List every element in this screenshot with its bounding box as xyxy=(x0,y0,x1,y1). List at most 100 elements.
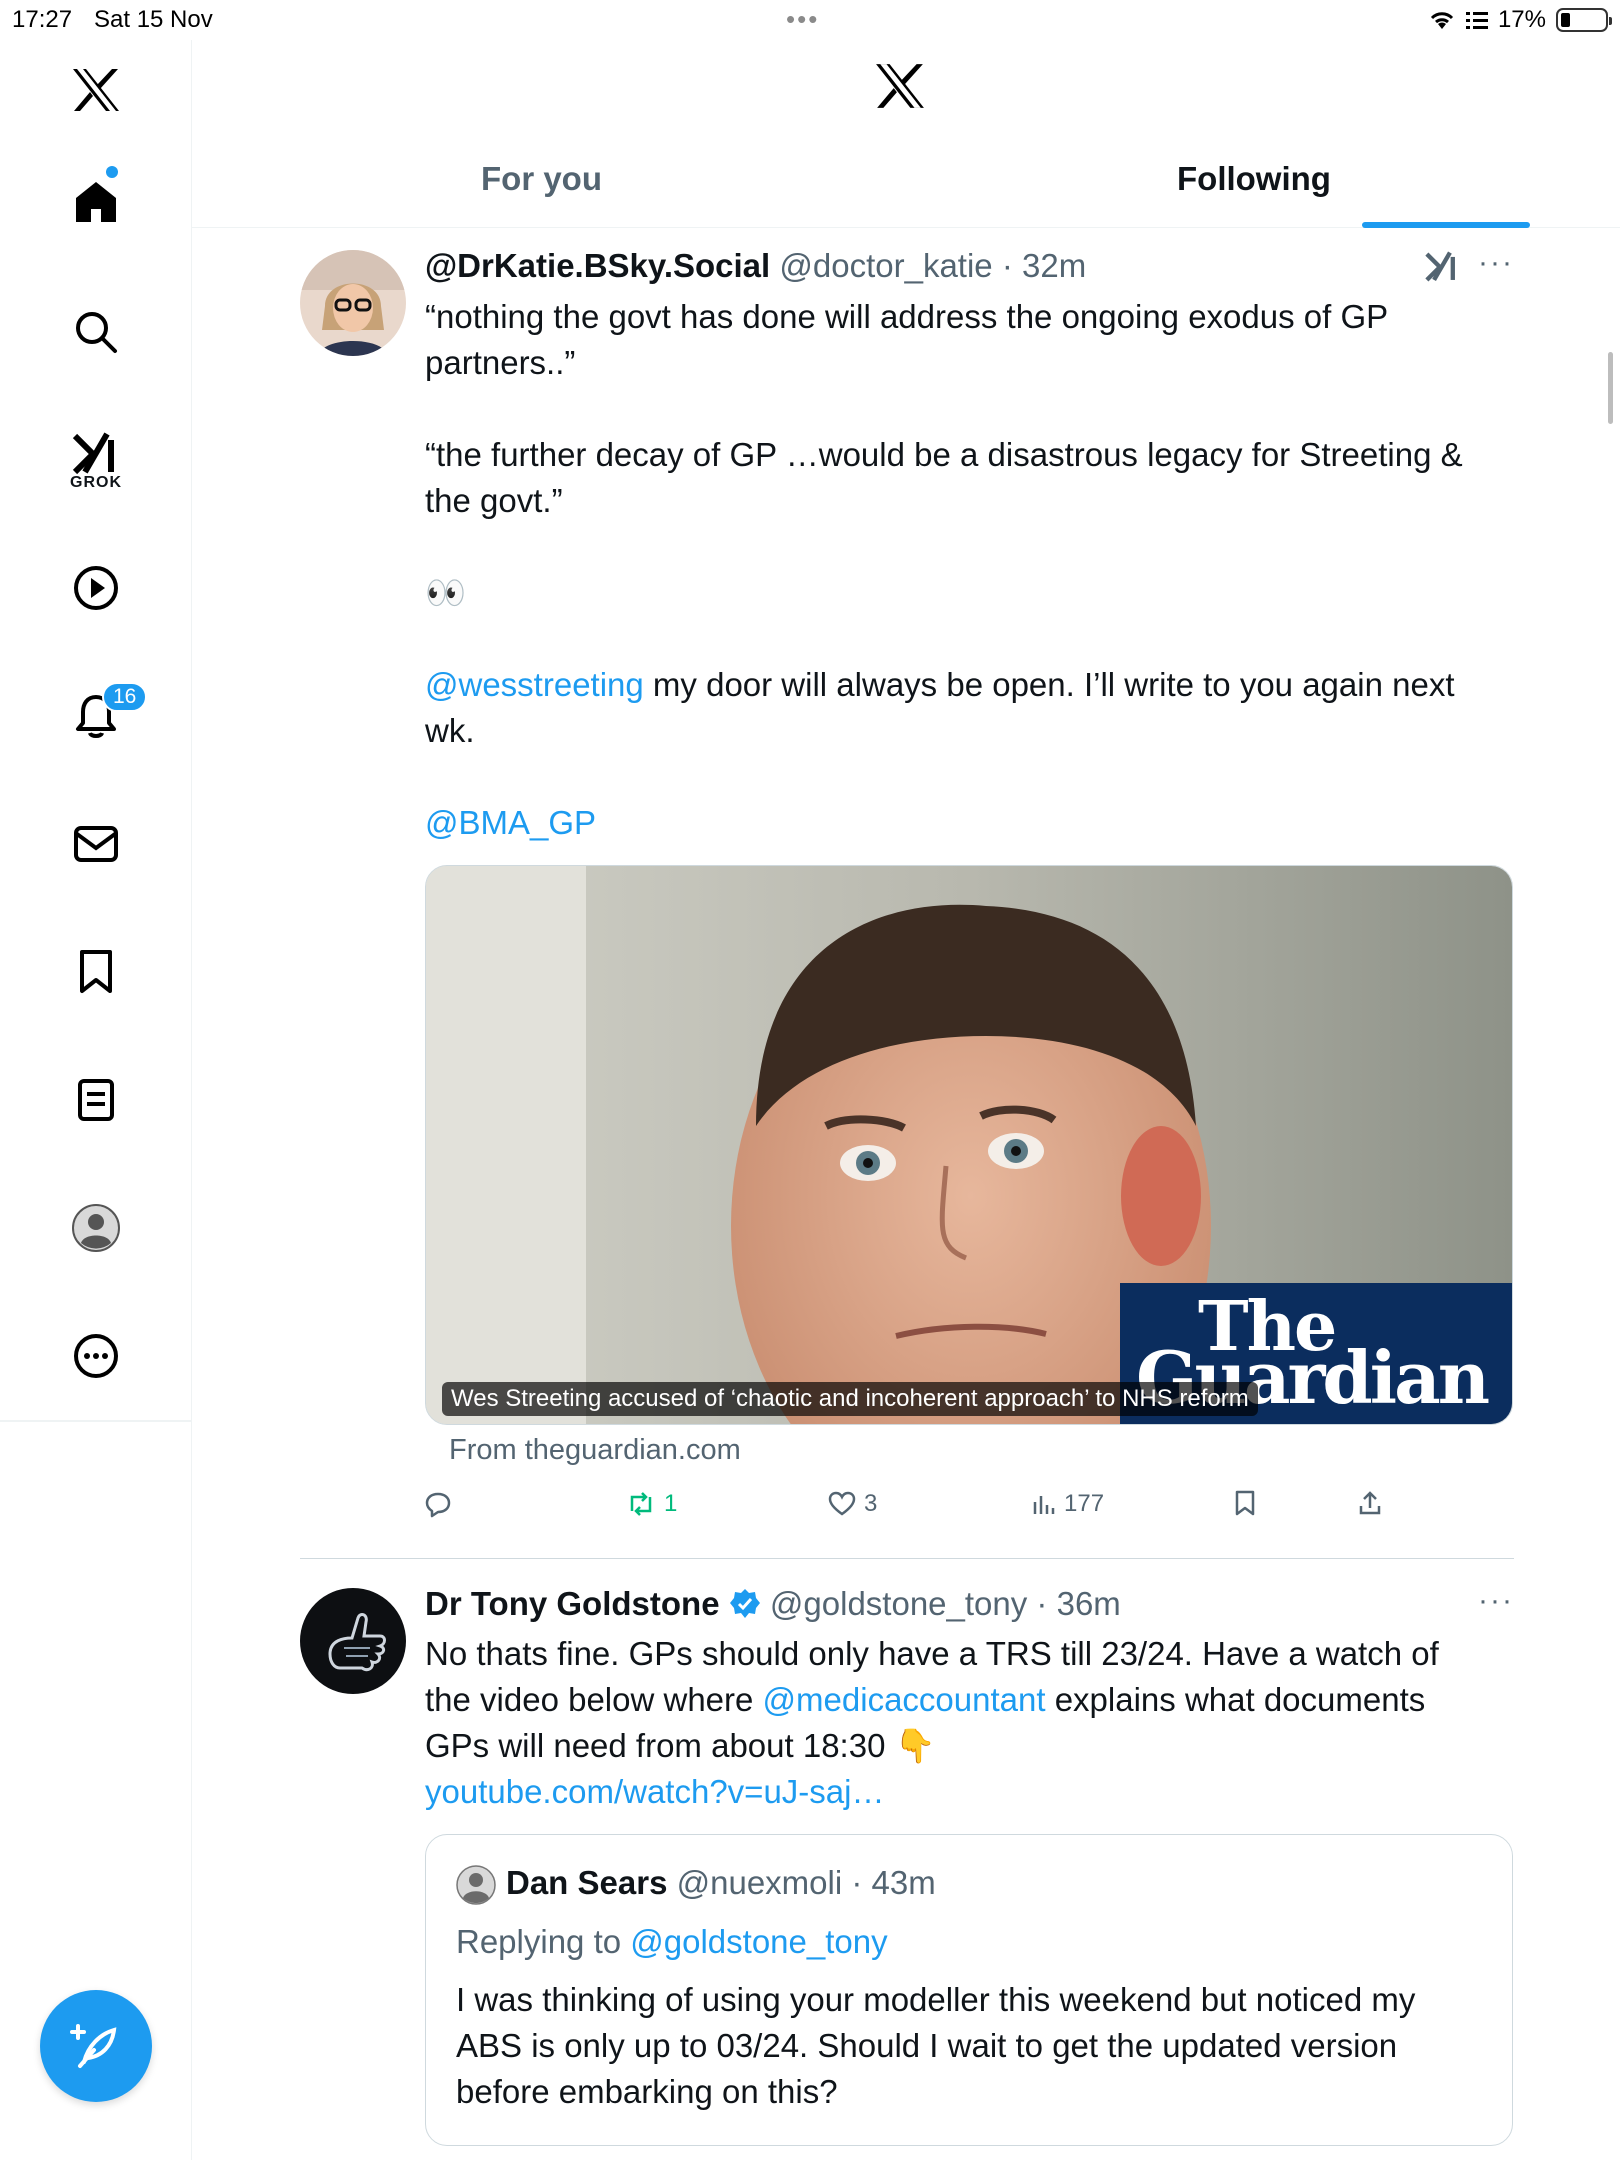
quote-line: ABS is only up to 03/24. Should I wait t… xyxy=(456,2027,1398,2064)
card-headline: Wes Streeting accused of ‘chaotic and in… xyxy=(442,1382,1258,1416)
x-logo-icon xyxy=(874,62,926,115)
quoted-tweet[interactable]: Dan Sears @nuexmoli · 43m Replying to @g… xyxy=(425,1834,1513,2146)
tweet-line: the govt.” xyxy=(425,482,563,519)
unread-dot xyxy=(106,166,118,178)
active-tab-indicator xyxy=(1362,222,1530,228)
tweet-line: GPs will need from about 18:30 👇 xyxy=(425,1727,936,1764)
author-name[interactable]: Dr Tony Goldstone xyxy=(425,1585,720,1622)
x-logo-icon[interactable] xyxy=(46,40,146,140)
avatar xyxy=(456,1865,496,1905)
status-bar: 17:27 Sat 15 Nov ••• 17% xyxy=(0,0,1620,40)
play-circle-icon xyxy=(74,566,118,610)
sidebar-item-bookmarks[interactable] xyxy=(46,922,146,1022)
envelope-icon xyxy=(74,826,118,862)
verified-badge-icon xyxy=(729,1589,760,1618)
compose-feather-icon xyxy=(70,2024,117,2068)
compose-post-button[interactable] xyxy=(40,1990,152,2102)
card-source[interactable]: From theguardian.com xyxy=(449,1434,741,1467)
quote-line: I was thinking of using your modeller th… xyxy=(456,1981,1416,2018)
profile-avatar-icon xyxy=(72,1204,120,1252)
more-options-icon[interactable]: ··· xyxy=(1478,1584,1514,1618)
repost-count: 1 xyxy=(664,1490,678,1517)
tweet-time[interactable]: 32m xyxy=(1022,247,1086,284)
sidebar-item-messages[interactable] xyxy=(46,794,146,894)
views-button[interactable]: 177 xyxy=(1032,1490,1104,1518)
notification-badge: 16 xyxy=(102,682,148,712)
tweet-line: wk. xyxy=(425,712,475,749)
grok-icon[interactable] xyxy=(1424,250,1460,289)
bookmark-icon xyxy=(1235,1490,1255,1516)
tweet-text: No thats fine. GPs should only have a TR… xyxy=(425,1631,1515,1815)
status-time: 17:27 xyxy=(12,6,73,33)
reply-icon xyxy=(425,1492,451,1518)
heart-icon xyxy=(828,1491,856,1516)
quote-time: 43m xyxy=(871,1864,936,1901)
external-link[interactable]: youtube.com/watch?v=uJ-saj… xyxy=(425,1769,1515,1815)
quote-header: Dan Sears @nuexmoli · 43m xyxy=(506,1864,936,1901)
avatar[interactable] xyxy=(300,1588,406,1694)
sidebar-item-home[interactable] xyxy=(46,152,146,252)
tweet-line: partners..” xyxy=(425,344,576,381)
repost-icon xyxy=(630,1492,652,1516)
sidebar-item-articles[interactable] xyxy=(46,1050,146,1150)
tab-following[interactable]: Following xyxy=(1177,160,1331,198)
author-handle[interactable]: @doctor_katie xyxy=(779,247,992,284)
tweet-header: Dr Tony Goldstone @goldstone_tony · 36m xyxy=(425,1585,1121,1622)
link-preview-card[interactable]: The Guardian Wes Streeting accused of ‘c… xyxy=(425,865,1513,1425)
replying-to: Replying to @goldstone_tony xyxy=(456,1923,888,1960)
quote-author-name: Dan Sears xyxy=(506,1864,668,1901)
share-icon xyxy=(1359,1491,1381,1515)
tweet-text: “nothing the govt has done will address … xyxy=(425,294,1515,846)
sidebar-item-notifications[interactable]: 16 xyxy=(46,666,148,766)
grok-label: GROK xyxy=(70,474,122,491)
tweet-actions: 1 3 177 xyxy=(420,1490,1520,1530)
author-name[interactable]: @DrKatie.BSky.Social xyxy=(425,247,770,284)
sidebar-item-profile[interactable] xyxy=(46,1178,146,1278)
more-circle-icon xyxy=(74,1334,118,1378)
wifi-icon xyxy=(1430,12,1454,29)
tab-for-you[interactable]: For you xyxy=(481,160,602,198)
tweet-line: @wesstreeting my door will always be ope… xyxy=(425,666,1455,703)
emoji-eyes: 👀 xyxy=(425,574,467,611)
search-icon xyxy=(76,312,117,353)
tweet-header: @DrKatie.BSky.Social @doctor_katie · 32m xyxy=(425,247,1087,284)
grok-icon xyxy=(72,432,114,475)
avatar[interactable] xyxy=(300,250,406,356)
document-icon xyxy=(78,1079,114,1121)
tweet-line: No thats fine. GPs should only have a TR… xyxy=(425,1635,1439,1672)
sidebar-divider xyxy=(0,1420,192,1422)
battery-percent: 17% xyxy=(1497,6,1546,33)
home-icon xyxy=(76,182,116,222)
mention-link[interactable]: @wesstreeting xyxy=(425,666,644,703)
tweet-line: “the further decay of GP …would be a dis… xyxy=(425,436,1463,473)
tweet-line: the video below where @medicaccountant e… xyxy=(425,1681,1426,1718)
tweet-line: “nothing the govt has done will address … xyxy=(425,298,1389,335)
bookmark-button[interactable] xyxy=(1234,1490,1256,1516)
view-count: 177 xyxy=(1064,1490,1105,1517)
multitasking-dots-icon[interactable]: ••• xyxy=(786,4,819,35)
quote-text: I was thinking of using your modeller th… xyxy=(456,1977,1496,2115)
mention-link[interactable]: @goldstone_tony xyxy=(630,1923,887,1960)
quote-line: before embarking on this? xyxy=(456,2073,838,2110)
mention-link[interactable]: @BMA_GP xyxy=(425,800,1515,846)
bookmark-icon xyxy=(80,950,112,993)
scrollbar[interactable] xyxy=(1608,352,1613,424)
sidebar-item-video[interactable] xyxy=(46,538,146,638)
tweet-divider xyxy=(300,1558,1514,1559)
like-button[interactable]: 3 xyxy=(828,1490,877,1518)
sidebar-item-grok[interactable]: GROK xyxy=(46,412,146,512)
repost-button[interactable]: 1 xyxy=(626,1490,677,1518)
author-handle[interactable]: @goldstone_tony xyxy=(770,1585,1027,1622)
mention-link[interactable]: @medicaccountant xyxy=(763,1681,1046,1718)
status-right: 17% xyxy=(1428,6,1612,34)
reply-button[interactable] xyxy=(424,1490,460,1518)
like-count: 3 xyxy=(864,1490,878,1517)
status-date: Sat 15 Nov xyxy=(94,6,213,33)
more-options-icon[interactable]: ··· xyxy=(1478,246,1514,280)
sidebar-item-more[interactable] xyxy=(46,1306,146,1406)
battery-icon xyxy=(1556,8,1612,32)
sidebar-item-search[interactable] xyxy=(46,282,146,382)
tweet-time[interactable]: 36m xyxy=(1057,1585,1121,1622)
share-button[interactable] xyxy=(1358,1490,1382,1516)
timeline-header: For you Following xyxy=(192,40,1620,228)
